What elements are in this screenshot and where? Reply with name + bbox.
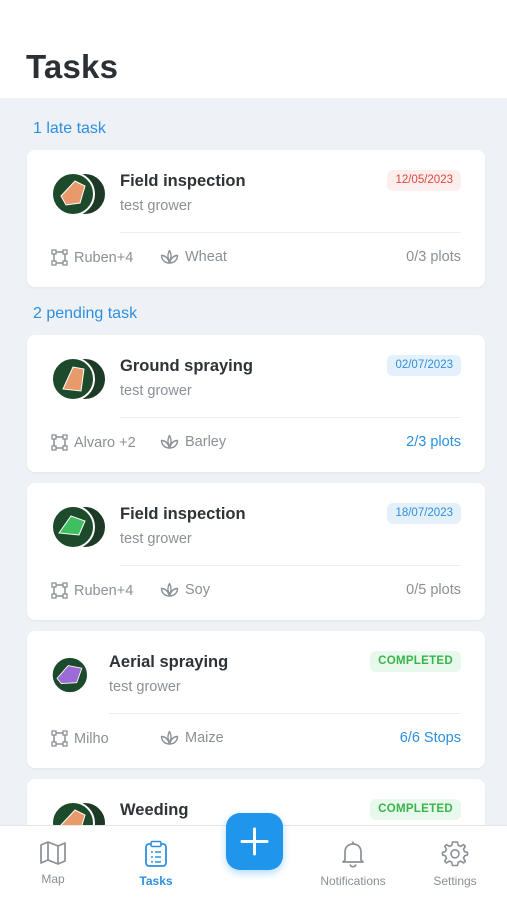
assignees-label: Ruben+4 [74, 249, 134, 266]
task-grower: test grower [120, 383, 192, 399]
polygon-select-icon [51, 730, 68, 747]
task-title: Weeding [120, 801, 189, 819]
task-grower: test grower [120, 198, 192, 214]
nav-settings-label: Settings [433, 874, 477, 888]
due-date-badge: 02/07/2023 [387, 355, 461, 376]
divider [120, 565, 461, 566]
bell-icon [342, 841, 364, 868]
map-icon [40, 841, 66, 865]
nav-settings[interactable]: Settings [410, 840, 500, 888]
sprout-icon [160, 434, 179, 449]
gear-icon [441, 841, 469, 867]
plots-progress: 2/3 plots [406, 434, 461, 450]
clipboard-icon [145, 840, 167, 867]
divider [109, 713, 461, 714]
assignees-label: Alvaro +2 [74, 434, 136, 451]
nav-map[interactable]: Map [8, 840, 98, 886]
assignees: Ruben+4 [51, 249, 133, 266]
nav-map-label: Map [41, 872, 65, 886]
sprout-icon [160, 582, 179, 597]
crop-label: Barley [185, 434, 227, 450]
assignees: Milho [51, 730, 109, 747]
section-label-late: 1 late task [33, 120, 106, 137]
add-task-button[interactable] [226, 813, 283, 870]
task-title: Field inspection [120, 172, 246, 190]
crop-label: Wheat [185, 249, 227, 265]
field-thumbnail-icon [51, 505, 107, 549]
stops-progress: 6/6 Stops [399, 730, 461, 746]
field-thumbnail-icon [51, 172, 107, 216]
task-card[interactable]: Aerial spraying test grower COMPLETED Mi… [27, 631, 485, 768]
crop: Soy [160, 582, 210, 598]
divider [120, 417, 461, 418]
assignees: Ruben+4 [51, 582, 133, 599]
nav-notifications-label: Notifications [320, 874, 386, 888]
crop-label: Soy [185, 582, 210, 598]
crop-label: Maize [185, 730, 224, 746]
assignees-label: Ruben+4 [74, 582, 134, 599]
page-title: Tasks [26, 48, 119, 85]
task-title: Aerial spraying [109, 653, 229, 671]
plots-progress: 0/5 plots [406, 582, 461, 598]
task-card[interactable]: Field inspection test grower 18/07/2023 … [27, 483, 485, 620]
plots-progress: 0/3 plots [406, 249, 461, 265]
task-grower: test grower [120, 531, 192, 547]
task-title: Field inspection [120, 505, 246, 523]
task-card[interactable]: Ground spraying test grower 02/07/2023 A… [27, 335, 485, 472]
task-title: Ground spraying [120, 357, 253, 375]
due-date-badge: 18/07/2023 [387, 503, 461, 524]
task-card[interactable]: Field inspection test grower 12/05/2023 … [27, 150, 485, 287]
assignees: Alvaro +2 [51, 434, 136, 451]
divider [120, 232, 461, 233]
crop: Maize [160, 730, 224, 746]
status-badge: COMPLETED [370, 799, 461, 820]
field-thumbnail-icon [51, 656, 89, 694]
crop: Barley [160, 434, 226, 450]
nav-notifications[interactable]: Notifications [308, 840, 398, 888]
polygon-select-icon [51, 249, 68, 266]
polygon-select-icon [51, 434, 68, 451]
field-thumbnail-icon [51, 357, 107, 401]
section-label-pending: 2 pending task [33, 305, 138, 322]
nav-tasks-label: Tasks [139, 874, 173, 888]
assignees-label: Milho [74, 730, 109, 747]
sprout-icon [160, 730, 179, 745]
status-badge: COMPLETED [370, 651, 461, 672]
due-date-badge: 12/05/2023 [387, 170, 461, 191]
sprout-icon [160, 249, 179, 264]
nav-tasks[interactable]: Tasks [111, 840, 201, 888]
polygon-select-icon [51, 582, 68, 599]
plus-icon [240, 827, 269, 856]
crop: Wheat [160, 249, 227, 265]
task-grower: test grower [109, 679, 181, 695]
app-header: Tasks [0, 0, 507, 98]
